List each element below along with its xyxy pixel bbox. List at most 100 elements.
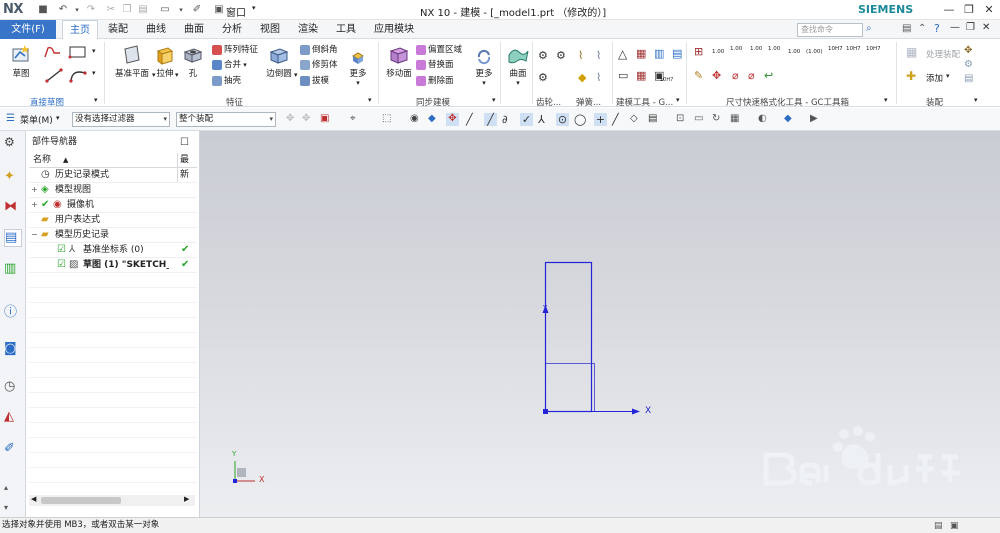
navigator-maximize-icon[interactable]: ☐ [180, 137, 189, 148]
sync-more-button[interactable]: 更多 ▾ [472, 49, 496, 87]
hole-button[interactable]: 孔 [182, 43, 204, 79]
sketch-button[interactable]: 草图 [8, 43, 34, 79]
view-cube-icon[interactable]: ◆ [784, 113, 797, 126]
spring-4-icon[interactable]: ⌇ [596, 71, 601, 84]
window-menu-label[interactable]: 窗口 [226, 4, 246, 19]
sketch-rectangle[interactable] [544, 261, 593, 413]
sketch-curve-dropdown-icon[interactable]: ▾ [92, 47, 96, 55]
clock-icon[interactable]: ◷ [4, 379, 22, 397]
assembly-navigator-icon[interactable]: ✦ [4, 169, 22, 187]
copy-icon[interactable]: ❐ [120, 3, 134, 17]
tab-tools[interactable]: 工具 [330, 20, 362, 39]
arc-icon[interactable] [68, 67, 88, 83]
tab-render[interactable]: 渲染 [292, 20, 324, 39]
menu-icon[interactable]: ☰ [6, 113, 15, 124]
settings-icon[interactable]: ⚙ [4, 135, 22, 153]
assembly-tool-2-icon[interactable]: ⚙ [964, 59, 973, 70]
pattern-feature-button[interactable]: 阵列特征 [212, 43, 258, 55]
spring-icon[interactable]: ⌇ [578, 49, 583, 62]
navigator-horizontal-scrollbar[interactable]: ◀ ▶ [29, 495, 195, 506]
surface-button[interactable]: 曲面 ▾ [506, 43, 530, 87]
checkbox-icon[interactable]: ☑ [57, 243, 66, 257]
tab-applications[interactable]: 应用模块 [368, 20, 420, 39]
window-switch-icon[interactable]: ▭ [158, 3, 172, 17]
tree-row-model-views[interactable]: + ◈ 模型视图 [29, 183, 197, 198]
sketch-more-dropdown-icon[interactable]: ▾ [92, 69, 96, 77]
tree-row-datum-csys[interactable]: ☑ ⅄ 基准坐标系 (0) ✔ [29, 243, 197, 258]
window-menu-dropdown-icon[interactable]: ▾ [252, 4, 256, 12]
lasso-icon[interactable]: ⌖ [350, 113, 363, 126]
snap-1-icon[interactable]: ✥ [286, 113, 299, 126]
fit-icon[interactable]: ⊡ [676, 113, 689, 126]
draft-button[interactable]: 拔模 [300, 74, 329, 86]
rectangle-icon[interactable] [68, 45, 88, 59]
assembly-cmd-label[interactable]: 处理装配 [926, 48, 960, 60]
doc-minimize-button[interactable]: — [950, 22, 960, 33]
dim-format-3[interactable]: 1.00 [750, 46, 762, 52]
edge-blend-dropdown-icon[interactable]: ▾ [294, 71, 298, 79]
chamfer-button[interactable]: 倒斜角 [300, 43, 338, 55]
assembly-tool-3-icon[interactable]: ▤ [964, 73, 973, 84]
dim-format-9[interactable]: 10H7 [866, 46, 881, 52]
dim-format-7[interactable]: 10H7 [828, 46, 843, 52]
snap-point-icon[interactable]: ✥ [446, 113, 459, 126]
selection-filter-select[interactable]: 没有选择过滤器 ▾ [72, 112, 170, 127]
select-icon[interactable]: ▣ [320, 113, 333, 126]
diameter-2-icon[interactable]: ⌀ [748, 69, 755, 82]
extrude-button[interactable]: 拉伸 [154, 43, 176, 79]
direct-sketch-group-dropdown-icon[interactable]: ▾ [94, 96, 98, 104]
tab-surface[interactable]: 曲面 [178, 20, 210, 39]
intersect-icon[interactable]: ✓ [520, 113, 533, 126]
tool-2-icon[interactable]: ▦ [636, 47, 646, 60]
tool-6-icon[interactable]: ▦ [636, 69, 646, 82]
tab-view[interactable]: 视图 [254, 20, 286, 39]
add-dropdown-icon[interactable]: ▾ [946, 72, 950, 80]
expand-icon[interactable]: + [31, 198, 38, 212]
paste-icon[interactable]: ▤ [136, 3, 150, 17]
tool-4-icon[interactable]: ▤ [672, 47, 682, 60]
curve-snap-icon[interactable]: ╱ [484, 113, 497, 126]
unite-button[interactable]: 合并 ▾ [212, 58, 247, 70]
menu-button[interactable]: 菜单(M) [20, 113, 53, 126]
tab-curve[interactable]: 曲线 [140, 20, 172, 39]
minimize-button[interactable]: — [940, 2, 958, 18]
tree-row-cameras[interactable]: + ✔ ◉ 摄像机 [29, 198, 197, 213]
offset-region-button[interactable]: 偏置区域 [416, 43, 462, 55]
edge-blend-button[interactable]: 边倒圆 [264, 43, 294, 79]
process-studio-icon[interactable]: ◭ [4, 409, 22, 427]
dim-tool-3-icon[interactable]: ✥ [712, 69, 721, 82]
datum-plane-button[interactable]: 基准平面 [112, 43, 152, 79]
assembly-cmd-icon[interactable]: ▦ [906, 45, 917, 59]
tree-row-sketch[interactable]: ☑ ▨ 草图 (1) "SKETCH_... ✔ [29, 258, 197, 273]
delete-face-button[interactable]: 删除面 [416, 74, 454, 86]
status-icon-2[interactable]: ▣ [950, 519, 959, 533]
search-icon[interactable]: ⌕ [866, 23, 872, 34]
web-browser-icon[interactable]: ⓘ [4, 301, 22, 320]
dim-tool-2-icon[interactable]: ✎ [694, 69, 703, 82]
tab-analysis[interactable]: 分析 [216, 20, 248, 39]
dim-format-8[interactable]: 10H7 [846, 46, 861, 52]
trim-body-button[interactable]: 修剪体 [300, 58, 338, 70]
command-search-input[interactable]: 查找命令 [797, 23, 863, 37]
dim-format-6[interactable]: (1.00) [806, 49, 823, 55]
history-palette-icon[interactable]: ◙ [4, 341, 22, 359]
window-switch-dropdown-icon[interactable]: ▾ [174, 3, 188, 17]
file-menu-button[interactable]: 文件(F) [0, 20, 56, 39]
dim-format-5[interactable]: 1.00 [788, 49, 800, 55]
column-name[interactable]: 名称 [33, 153, 51, 168]
dim-tool-4-icon[interactable]: ↩ [764, 69, 773, 82]
cylinder-icon[interactable]: ▤ [648, 113, 661, 126]
tool-3-icon[interactable]: ▥ [654, 47, 664, 60]
scroll-right-icon[interactable]: ▶ [184, 495, 189, 503]
line-snap-icon[interactable]: ╱ [466, 113, 479, 126]
undo-icon[interactable]: ↶ [56, 3, 70, 17]
spring-2-icon[interactable]: ⌇ [596, 49, 601, 62]
existing-point-icon[interactable]: + [594, 113, 607, 126]
shade-icon[interactable]: ◉ [410, 113, 423, 126]
gear-icon[interactable]: ⚙ [538, 49, 548, 62]
center-icon[interactable]: ⊙ [556, 113, 569, 126]
doc-restore-button[interactable]: ❐ [966, 22, 975, 33]
save-icon[interactable]: ■ [36, 3, 50, 17]
dim-format-2[interactable]: 1.00 [730, 46, 742, 52]
tool-5-icon[interactable]: ▭ [618, 69, 628, 82]
